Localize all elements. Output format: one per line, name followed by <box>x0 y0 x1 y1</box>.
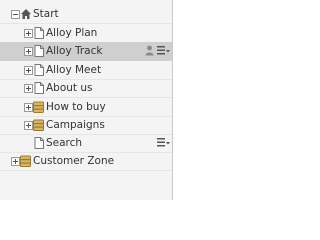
tree-node-label: How to buy <box>46 101 106 113</box>
tree-node-alloy-track[interactable]: Alloy Track <box>0 42 172 61</box>
context-menu-icon[interactable] <box>157 137 170 148</box>
tree-node-label: Alloy Plan <box>46 27 98 39</box>
expand-icon[interactable] <box>24 84 33 93</box>
tree-node-label: Customer Zone <box>33 155 115 167</box>
tree-node-label: Search <box>46 137 83 149</box>
user-icon[interactable] <box>145 45 154 56</box>
expand-icon[interactable] <box>24 121 33 130</box>
context-menu-icon[interactable] <box>157 45 170 56</box>
expand-icon[interactable] <box>11 157 20 166</box>
page-icon <box>34 27 44 39</box>
folder-icon <box>33 101 44 113</box>
tree-node-campaigns[interactable]: Campaigns <box>0 116 172 135</box>
page-tree-panel: Start Alloy Plan Alloy Track Alloy Meet … <box>0 0 173 200</box>
tree-node-customer-zone[interactable]: Customer Zone <box>0 152 172 171</box>
expand-icon[interactable] <box>24 47 33 56</box>
tree-node-label: Alloy Track <box>46 45 103 57</box>
tree-node-start[interactable]: Start <box>0 5 172 24</box>
collapse-icon[interactable] <box>11 10 20 19</box>
expand-icon[interactable] <box>24 66 33 75</box>
tree-node-alloy-plan[interactable]: Alloy Plan <box>0 24 172 43</box>
expand-icon[interactable] <box>24 103 33 112</box>
page-icon <box>34 137 44 149</box>
expand-icon[interactable] <box>24 29 33 38</box>
folder-icon <box>33 119 44 131</box>
page-icon <box>34 45 44 57</box>
tree-node-how-to-buy[interactable]: How to buy <box>0 98 172 117</box>
folder-icon <box>20 155 31 167</box>
content-area <box>173 0 244 200</box>
tree-node-label: Alloy Meet <box>46 64 102 76</box>
tree-node-search[interactable]: Search <box>0 134 172 153</box>
tree-node-about-us[interactable]: About us <box>0 79 172 98</box>
tree-node-label: Start <box>33 8 59 20</box>
page-icon <box>34 82 44 94</box>
page-icon <box>34 64 44 76</box>
tree-node-alloy-meet[interactable]: Alloy Meet <box>0 61 172 80</box>
home-icon <box>21 9 31 19</box>
tree-node-label: Campaigns <box>46 119 105 131</box>
tree-node-label: About us <box>46 82 93 94</box>
